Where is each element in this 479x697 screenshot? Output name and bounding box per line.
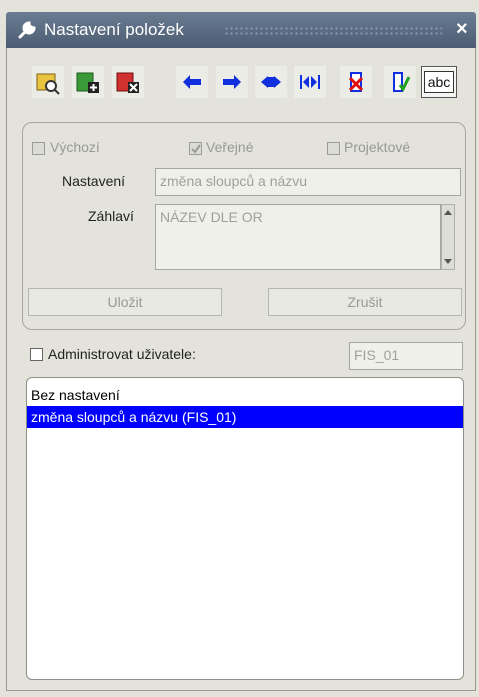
window-title: Nastavení položek bbox=[44, 20, 184, 39]
checkmark-icon bbox=[191, 144, 201, 154]
delete-settings-button[interactable] bbox=[112, 66, 144, 98]
remove-column-icon bbox=[348, 72, 364, 92]
scroll-up-icon bbox=[444, 210, 452, 215]
save-button[interactable]: Uložit bbox=[28, 288, 222, 316]
settings-name-label: Nastavení bbox=[62, 173, 126, 189]
header-scrollbar[interactable] bbox=[441, 204, 455, 270]
scroll-down-icon bbox=[444, 259, 452, 264]
search-settings-icon bbox=[36, 73, 60, 95]
cancel-button[interactable]: Zrušit bbox=[268, 288, 462, 316]
confirm-column-icon bbox=[393, 72, 411, 92]
join-columns-icon bbox=[300, 75, 320, 89]
move-right-button[interactable] bbox=[216, 66, 248, 98]
text-style-button[interactable]: abc bbox=[421, 66, 457, 98]
title-grip bbox=[224, 26, 442, 36]
list-item[interactable]: Bez nastavení bbox=[27, 384, 463, 406]
default-checkbox[interactable] bbox=[32, 142, 45, 155]
toggle-visibility-button[interactable] bbox=[255, 66, 287, 98]
public-label: Veřejné bbox=[206, 139, 254, 155]
remove-column-button[interactable] bbox=[340, 66, 372, 98]
admin-users-label: Administrovat uživatele: bbox=[48, 346, 196, 362]
header-label: Záhlaví bbox=[88, 208, 134, 224]
project-checkbox[interactable] bbox=[327, 142, 340, 155]
title-bar[interactable]: Nastavení položek × bbox=[6, 12, 476, 48]
add-settings-icon bbox=[76, 72, 99, 93]
public-checkbox[interactable] bbox=[189, 142, 202, 155]
settings-window: Nastavení položek × abc Výchozí Veřejné … bbox=[0, 0, 479, 697]
list-item-selected[interactable]: změna sloupců a názvu (FIS_01) bbox=[27, 406, 463, 428]
move-left-button[interactable] bbox=[176, 66, 208, 98]
join-columns-button[interactable] bbox=[294, 66, 326, 98]
default-label: Výchozí bbox=[50, 139, 100, 155]
admin-users-checkbox[interactable] bbox=[30, 348, 43, 361]
confirm-column-button[interactable] bbox=[384, 66, 416, 98]
project-label: Projektové bbox=[344, 139, 411, 155]
arrow-left-icon bbox=[183, 75, 201, 89]
delete-settings-icon bbox=[116, 72, 139, 93]
header-textarea[interactable]: NÁZEV DLE OR bbox=[155, 204, 441, 270]
toggle-visibility-icon bbox=[261, 76, 281, 88]
text-style-icon: abc bbox=[423, 71, 455, 93]
settings-name-field[interactable]: změna sloupců a názvu bbox=[155, 168, 461, 196]
add-settings-button[interactable] bbox=[72, 66, 104, 98]
user-field[interactable]: FIS_01 bbox=[349, 342, 463, 370]
wrench-icon bbox=[18, 21, 36, 39]
close-button[interactable]: × bbox=[456, 18, 468, 41]
arrow-right-icon bbox=[223, 75, 241, 89]
search-settings-button[interactable] bbox=[32, 66, 64, 98]
settings-list[interactable]: Bez nastavení změna sloupců a názvu (FIS… bbox=[26, 377, 464, 680]
